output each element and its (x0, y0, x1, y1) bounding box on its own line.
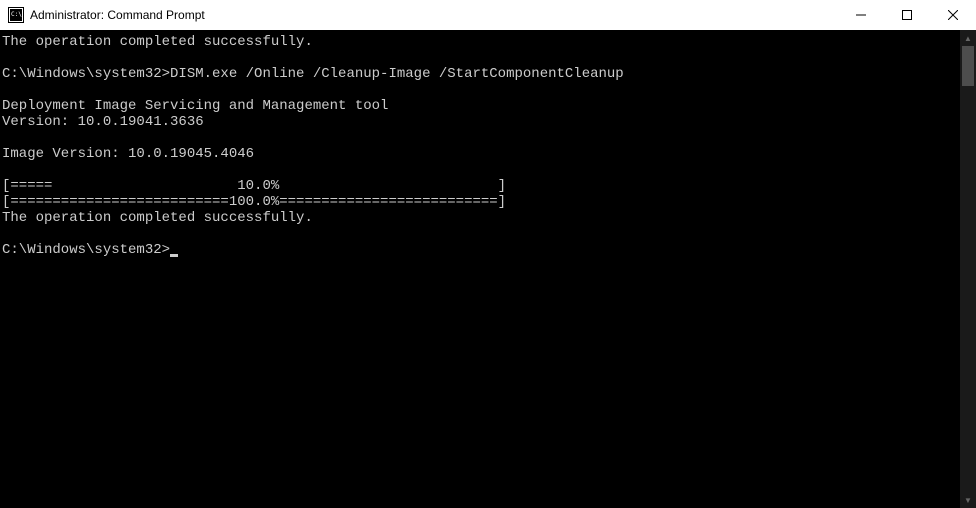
output-line: The operation completed successfully. (2, 210, 313, 226)
scroll-up-arrow-icon[interactable]: ▲ (960, 30, 976, 46)
output-line: The operation completed successfully. (2, 34, 313, 50)
cursor (170, 254, 178, 257)
output-line: C:\Windows\system32>DISM.exe /Online /Cl… (2, 66, 624, 82)
output-line: [===== 10.0% ] (2, 178, 506, 194)
window-controls (838, 0, 976, 30)
command-prompt-window: C:\ Administrator: Command Prompt (0, 0, 976, 508)
output-line: Image Version: 10.0.19045.4046 (2, 146, 254, 162)
maximize-icon (902, 10, 912, 20)
terminal-area: The operation completed successfully. C:… (0, 30, 976, 508)
close-icon (948, 10, 958, 20)
svg-text:C:\: C:\ (11, 11, 22, 18)
output-line: [==========================100.0%=======… (2, 194, 506, 210)
scroll-thumb[interactable] (962, 46, 974, 86)
terminal-output[interactable]: The operation completed successfully. C:… (0, 30, 960, 508)
window-title: Administrator: Command Prompt (30, 8, 838, 22)
minimize-icon (856, 10, 866, 20)
cmd-icon: C:\ (8, 7, 24, 23)
close-button[interactable] (930, 0, 976, 30)
output-line: Deployment Image Servicing and Managemen… (2, 98, 388, 114)
maximize-button[interactable] (884, 0, 930, 30)
output-line: Version: 10.0.19041.3636 (2, 114, 204, 130)
vertical-scrollbar[interactable]: ▲ ▼ (960, 30, 976, 508)
scroll-down-arrow-icon[interactable]: ▼ (960, 492, 976, 508)
minimize-button[interactable] (838, 0, 884, 30)
current-prompt: C:\Windows\system32> (2, 242, 170, 258)
titlebar[interactable]: C:\ Administrator: Command Prompt (0, 0, 976, 30)
